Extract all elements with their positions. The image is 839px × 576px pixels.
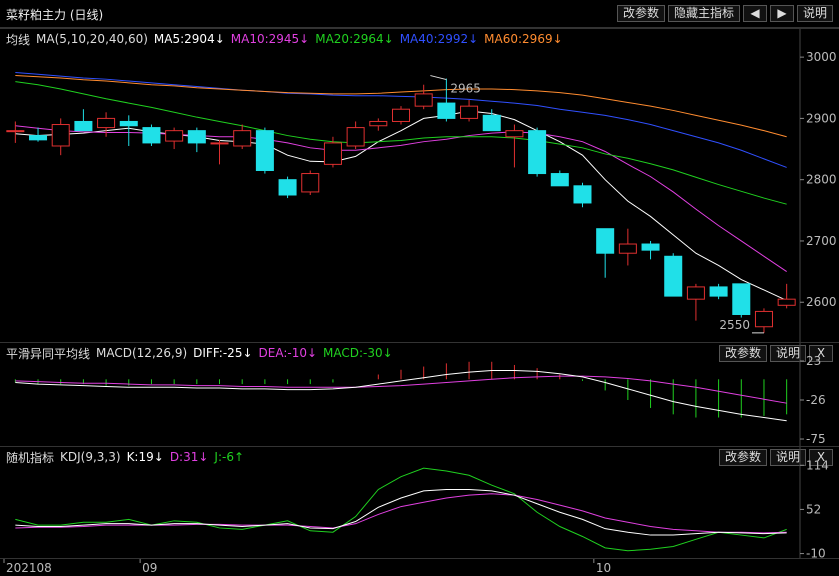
macd-y-tick-label: -26 bbox=[806, 393, 826, 407]
candle-body bbox=[187, 130, 206, 144]
candle-body bbox=[664, 255, 683, 297]
d-line bbox=[15, 493, 787, 534]
macd-chart[interactable]: 23 -26 -75 bbox=[0, 343, 839, 447]
candle-body bbox=[709, 286, 728, 297]
y-tick-label-2900: 2900 bbox=[806, 111, 837, 125]
high-label: 2965 bbox=[450, 82, 481, 96]
candle-body bbox=[528, 130, 547, 175]
candle-body bbox=[278, 179, 297, 196]
main-chart-panel: 均线 MA(5,10,20,40,60) MA5:2904↓ MA10:2945… bbox=[0, 28, 839, 343]
candle-body bbox=[233, 130, 252, 147]
candle-body bbox=[369, 120, 388, 127]
candle-body bbox=[414, 93, 433, 107]
dea-line bbox=[15, 375, 787, 404]
j-line bbox=[15, 467, 787, 552]
x-tick-label: 09 bbox=[142, 561, 157, 575]
candle-body bbox=[505, 130, 524, 138]
candle-body bbox=[550, 173, 569, 187]
x-axis-svg: 202108 09 10 bbox=[3, 559, 611, 575]
low-label: 2550 bbox=[719, 318, 750, 332]
candle-body bbox=[74, 120, 93, 132]
candle-body bbox=[641, 243, 660, 251]
candle-body bbox=[346, 127, 365, 147]
candle-body bbox=[142, 127, 161, 144]
kdj-chart[interactable]: 11452-10 bbox=[0, 447, 839, 559]
kdj-y-tick-label: 114 bbox=[806, 458, 829, 472]
candle-body bbox=[6, 130, 25, 133]
macd-y-tick-label: 23 bbox=[806, 354, 821, 368]
help-button[interactable]: 说明 bbox=[796, 5, 833, 22]
hide-main-indicator-button[interactable]: 隐藏主指标 bbox=[667, 5, 740, 22]
change-params-button[interactable]: 改参数 bbox=[616, 5, 665, 22]
candle-body bbox=[301, 173, 320, 193]
window-title: 菜籽粕主力 (日线) bbox=[6, 8, 104, 22]
candle-body bbox=[596, 228, 615, 254]
arrow-right-icon[interactable]: ▶ bbox=[769, 5, 794, 22]
candle-body bbox=[618, 243, 637, 254]
x-axis: 202108 09 10 bbox=[0, 558, 839, 576]
ma-line-ma20 bbox=[15, 81, 787, 205]
k-line bbox=[15, 488, 787, 536]
candle-body bbox=[482, 114, 501, 132]
candle-body bbox=[686, 286, 705, 300]
candle-body bbox=[119, 120, 138, 127]
candle-body bbox=[754, 310, 773, 328]
y-tick-label-2800: 2800 bbox=[806, 173, 837, 187]
kdj-panel: 随机指标 KDJ(9,3,3) K:19↓ D:31↓ J:-6↑ 改参数 说明… bbox=[0, 446, 839, 559]
x-tick-label: 202108 bbox=[6, 561, 52, 575]
candle-body bbox=[323, 142, 342, 165]
candle-body bbox=[732, 283, 751, 315]
arrow-left-icon[interactable]: ◀ bbox=[742, 5, 767, 22]
x-tick-label: 10 bbox=[596, 561, 611, 575]
candle-body bbox=[29, 135, 48, 141]
candle-body bbox=[97, 117, 116, 129]
candle-body bbox=[573, 185, 592, 204]
kdj-y-tick-label: 52 bbox=[806, 502, 821, 516]
macd-y-tick-label: -75 bbox=[806, 432, 826, 446]
title-buttons: 改参数 隐藏主指标 ◀ ▶ 说明 bbox=[614, 5, 833, 22]
high-marker-line bbox=[430, 75, 447, 81]
ma-line-ma10 bbox=[15, 125, 787, 273]
candle-body bbox=[437, 102, 456, 119]
candle-body bbox=[391, 108, 411, 122]
candle-body bbox=[255, 130, 274, 171]
candle-body bbox=[777, 298, 796, 306]
y-tick-label-3000: 3000 bbox=[806, 50, 837, 64]
candlestick-chart[interactable]: 3000 2900 2800 2700 2600 2965 2550 bbox=[0, 29, 839, 343]
y-tick-label-2600: 2600 bbox=[806, 295, 837, 309]
y-tick-label-2700: 2700 bbox=[806, 234, 837, 248]
candle-body bbox=[165, 130, 184, 142]
title-bar: 菜籽粕主力 (日线) 改参数 隐藏主指标 ◀ ▶ 说明 bbox=[0, 0, 839, 28]
candle-body bbox=[210, 142, 229, 145]
candle-body bbox=[460, 105, 479, 119]
candle-body bbox=[51, 124, 70, 147]
macd-panel: 平滑异同平均线 MACD(12,26,9) DIFF:-25↓ DEA:-10↓… bbox=[0, 342, 839, 447]
